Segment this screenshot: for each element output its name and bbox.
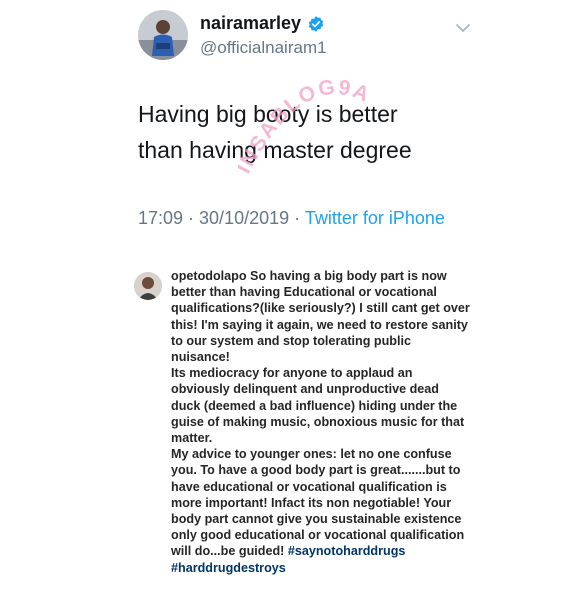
author-handle[interactable]: @officialnairam1: [200, 38, 327, 58]
avatar-photo: [138, 10, 188, 60]
comment-paragraph-3-text: My advice to younger ones: let no one co…: [171, 447, 465, 559]
comment-paragraph-2: Its mediocracy for anyone to applaud an …: [171, 366, 465, 446]
verified-badge-icon: [308, 15, 324, 32]
hashtag-link[interactable]: #saynotoharddrugs: [288, 544, 406, 558]
comment-paragraph-3: My advice to younger ones: let no one co…: [171, 446, 471, 576]
author-name[interactable]: nairamarley: [200, 13, 301, 34]
comment-body: opetodolapo So having a big body part is…: [171, 268, 471, 576]
chevron-down-icon[interactable]: [455, 22, 471, 34]
tweet-source-link[interactable]: Twitter for iPhone: [305, 208, 445, 228]
comment-paragraph-1-text: So having a big body part is now better …: [171, 269, 470, 365]
tweet-text: Having big booty is better than having m…: [138, 101, 412, 163]
hashtag-link[interactable]: #harddrugdestroys: [171, 561, 286, 575]
commenter-avatar-photo: [134, 272, 162, 300]
commenter-avatar[interactable]: [134, 272, 162, 300]
tweet-meta: 17:09 · 30/10/2019 · Twitter for iPhone: [138, 206, 468, 230]
author-avatar[interactable]: [138, 10, 188, 60]
author-name-row: nairamarley: [200, 13, 325, 34]
tweet-timestamp[interactable]: 17:09 · 30/10/2019 ·: [138, 208, 305, 228]
comment-paragraph-1: opetodolapo So having a big body part is…: [171, 268, 471, 365]
tweet-card: nairamarley @officialnairam1 Having big …: [0, 0, 581, 262]
comment-username[interactable]: opetodolapo: [171, 269, 247, 283]
